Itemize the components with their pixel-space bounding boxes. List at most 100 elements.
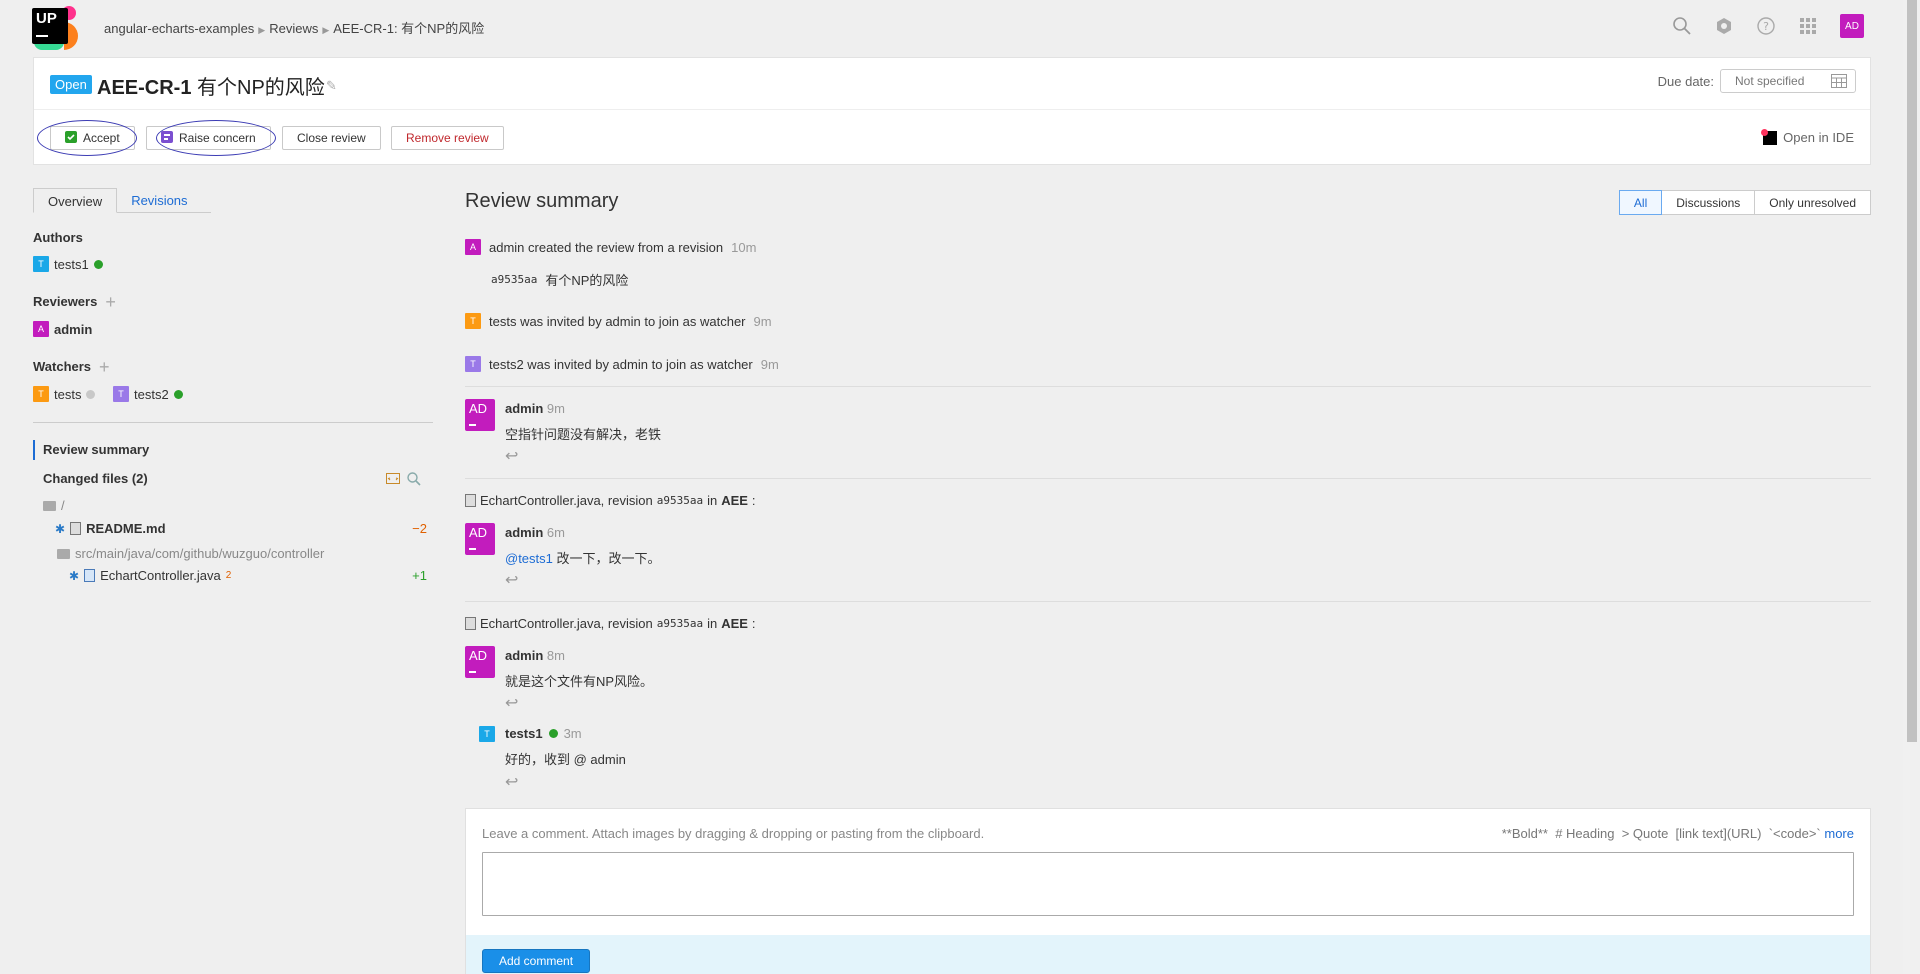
add-watcher-icon[interactable]: + (99, 358, 110, 376)
avatar: T (465, 313, 481, 329)
comment-author[interactable]: admin (505, 648, 543, 663)
file-name: README.md (86, 521, 166, 536)
file-icon (465, 494, 476, 507)
java-file-icon (84, 569, 96, 582)
breadcrumb-project[interactable]: angular-echarts-examples (104, 21, 254, 36)
avatar: A (33, 321, 49, 337)
nav-review-summary[interactable]: Review summary (33, 440, 149, 460)
reviewer-admin[interactable]: A admin (33, 321, 92, 337)
root-folder[interactable]: / (43, 498, 65, 513)
offline-status-icon (86, 389, 96, 399)
svg-text:?: ? (1763, 20, 1769, 33)
accept-icon (65, 130, 77, 146)
folder-controller[interactable]: src/main/java/com/github/wuzguo/controll… (57, 546, 324, 561)
filter-all[interactable]: All (1618, 190, 1663, 215)
tab-overview[interactable]: Overview (33, 188, 118, 213)
timestamp: 9m (760, 356, 779, 372)
revision-hash[interactable]: a9535aa (491, 273, 537, 286)
comment-count-badge: 2 (225, 570, 232, 581)
edit-pencil-icon[interactable]: ✎ (326, 78, 337, 94)
divider (33, 422, 433, 423)
author-tests1[interactable]: T tests1 (33, 256, 103, 272)
mention-link[interactable]: @tests1 (505, 551, 553, 566)
add-comment-button[interactable]: Add comment (482, 949, 591, 973)
top-bar: UP angular-echarts-examples ▶ Reviews ▶ AEE-… (0, 0, 1900, 50)
watcher-name: tests (54, 386, 82, 402)
event-created: A admin created the review from a revisi… (465, 239, 756, 255)
reply-icon[interactable]: ↩ (505, 693, 518, 713)
timestamp: 3m (563, 726, 582, 741)
reply-author[interactable]: tests1 (505, 726, 543, 741)
calendar-icon[interactable] (1831, 74, 1847, 91)
markdown-hints: **Bold** # Heading > Quote [link text](U… (1501, 826, 1854, 841)
raise-concern-button[interactable]: Raise concern (146, 126, 271, 150)
open-in-ide-link[interactable]: Open in IDE (1761, 128, 1854, 145)
avatar: AD (465, 523, 495, 555)
expand-collapse-icon[interactable] (386, 472, 400, 487)
composer-hint: Leave a comment. Attach images by draggi… (482, 826, 985, 841)
accept-button[interactable]: Accept (50, 126, 135, 150)
authors-heading: Authors (33, 230, 83, 245)
file-name: EchartController.java (100, 568, 221, 583)
file-echartcontroller[interactable]: ✱ EchartController.java 2 +1 (69, 568, 427, 583)
discussion-filter: All Discussions Only unresolved (1618, 190, 1871, 215)
reply-header: tests1 3m (505, 726, 582, 741)
reply-text: 好的，收到 @ admin (505, 752, 626, 767)
comment-file-ref[interactable]: EchartController.java, revision a9535aa in… (465, 616, 756, 631)
comment-text: 就是这个文件有NP风险。 (505, 674, 654, 689)
raise-concern-label: Raise concern (179, 131, 256, 145)
revision-message: 有个NP的风险 (545, 273, 629, 288)
help-icon[interactable]: ? (1756, 16, 1776, 36)
upsource-logo[interactable]: UP (32, 6, 78, 50)
file-icon (465, 617, 476, 630)
filter-unresolved[interactable]: Only unresolved (1754, 190, 1871, 215)
reply-icon[interactable]: ↩ (505, 570, 518, 590)
reply-icon[interactable]: ↩ (505, 446, 518, 466)
online-status-icon (548, 729, 558, 738)
due-date-field[interactable]: Not specified (1720, 69, 1856, 93)
filter-discussions[interactable]: Discussions (1661, 190, 1756, 215)
search-files-icon[interactable] (407, 472, 421, 489)
markdown-more-link[interactable]: more (1824, 826, 1854, 841)
scrollbar-thumb[interactable] (1907, 0, 1917, 742)
status-badge: Open (50, 75, 92, 94)
breadcrumb-separator-icon: ▶ (322, 25, 330, 35)
avatar: A (465, 239, 481, 255)
watcher-tests[interactable]: T tests (33, 386, 96, 402)
breadcrumb-separator-icon: ▶ (258, 25, 266, 35)
page-scrollbar[interactable] (1903, 0, 1920, 974)
reply-icon[interactable]: ↩ (505, 772, 518, 792)
comment-header: admin 9m (505, 401, 565, 416)
comment-author[interactable]: admin (505, 525, 543, 540)
gear-icon[interactable] (1714, 16, 1734, 36)
remove-review-button[interactable]: Remove review (391, 126, 504, 150)
accept-label: Accept (83, 131, 120, 145)
modified-star-icon: ✱ (55, 521, 66, 536)
sidebar-tabs: Overview Revisions (33, 188, 211, 213)
event-revision[interactable]: a9535aa 有个NP的风险 (491, 270, 628, 289)
timestamp: 9m (753, 313, 772, 329)
breadcrumb-reviews[interactable]: Reviews (269, 21, 318, 36)
comment-input[interactable] (482, 852, 1854, 916)
intellij-icon (1761, 128, 1778, 145)
file-icon (70, 522, 82, 535)
user-avatar[interactable]: AD (1840, 14, 1864, 38)
open-in-ide-label: Open in IDE (1783, 130, 1854, 145)
watcher-name: tests2 (134, 386, 169, 402)
tab-revisions[interactable]: Revisions (117, 188, 201, 212)
file-readme[interactable]: ✱ README.md −2 (55, 521, 427, 536)
changed-files-heading: Changed files (2) (43, 471, 148, 486)
close-review-button[interactable]: Close review (282, 126, 381, 150)
file-delta: +1 (412, 568, 427, 583)
concern-icon (161, 130, 173, 146)
search-icon[interactable] (1672, 16, 1692, 36)
online-status-icon (173, 389, 183, 399)
event-invite-tests: T tests was invited by admin to join as … (465, 313, 772, 329)
due-date-label: Due date: (1657, 74, 1714, 89)
comment-author[interactable]: admin (505, 401, 543, 416)
left-sidebar: Overview Revisions Authors T tests1 Revi… (33, 188, 433, 583)
watcher-tests2[interactable]: T tests2 (113, 386, 183, 402)
add-reviewer-icon[interactable]: + (105, 293, 116, 311)
apps-grid-icon[interactable] (1798, 16, 1818, 36)
comment-file-ref[interactable]: EchartController.java, revision a9535aa in… (465, 493, 756, 508)
